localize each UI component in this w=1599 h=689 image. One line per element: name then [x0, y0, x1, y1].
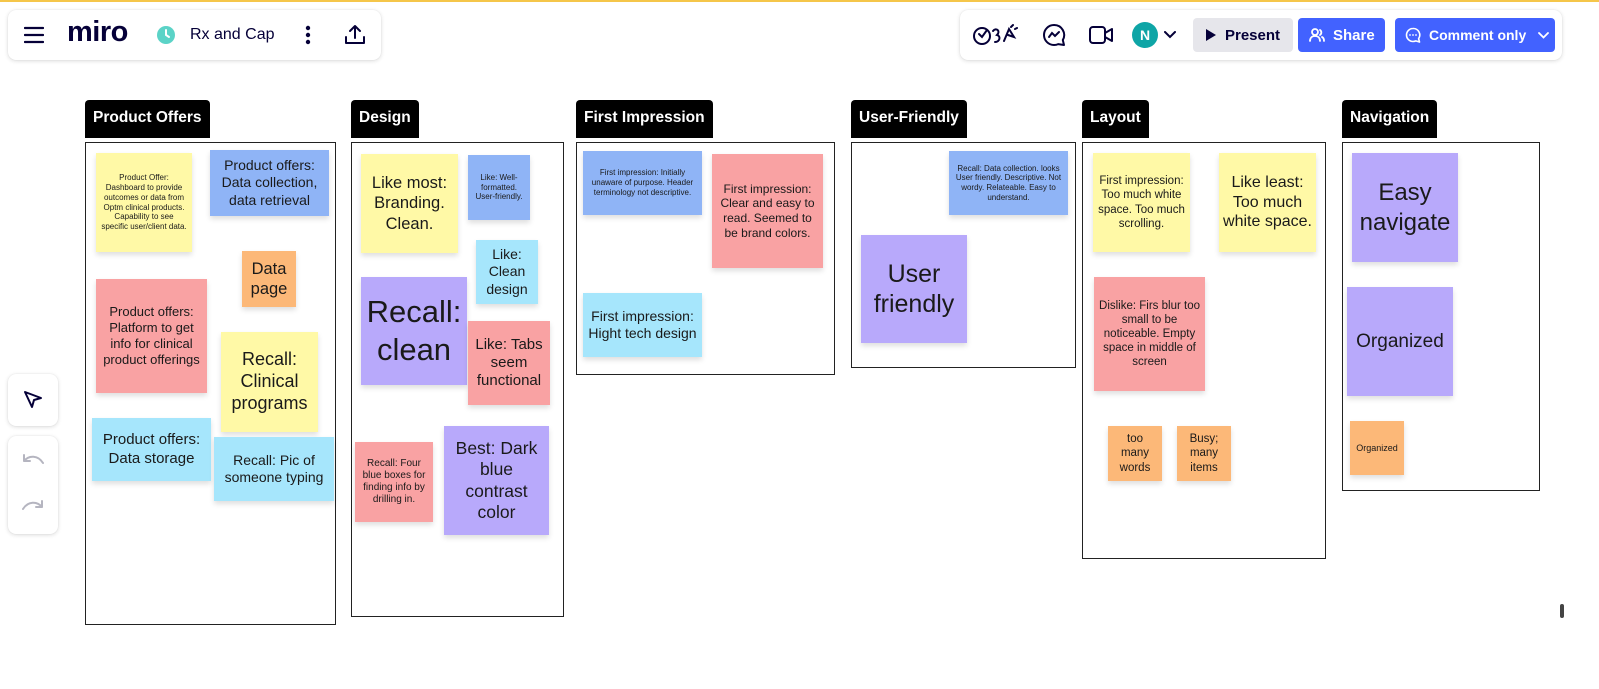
top-accent-line	[0, 0, 1599, 2]
sticky-note[interactable]: Recall: clean	[361, 277, 467, 385]
sticky-note[interactable]: Recall: Data collection. looks User frie…	[949, 151, 1068, 215]
avatar-initial: N	[1139, 27, 1151, 43]
sticky-note[interactable]: Like: Tabs seem functional	[468, 321, 550, 405]
sticky-note[interactable]: Recall: Pic of someone typing	[214, 437, 334, 501]
chevron-down-icon[interactable]	[1163, 26, 1177, 44]
sticky-note[interactable]: Recall: Four blue boxes for finding info…	[355, 442, 433, 522]
sticky-note[interactable]: User friendly	[861, 235, 967, 343]
comment-only-button[interactable]: Comment only	[1395, 18, 1555, 52]
frame-title-user-friendly[interactable]: User-Friendly	[851, 100, 967, 138]
video-icon[interactable]	[1087, 22, 1115, 48]
vertical-scrollbar-handle[interactable]	[1560, 604, 1564, 618]
sticky-note[interactable]: First impression: Clear and easy to read…	[712, 154, 823, 268]
history-toolbar	[8, 436, 58, 534]
sticky-note[interactable]: Easy navigate	[1352, 153, 1458, 262]
sticky-note[interactable]: Product Offer: Dashboard to provide outc…	[96, 153, 192, 252]
sticky-note[interactable]: Organized	[1347, 287, 1453, 396]
sticky-note[interactable]: Best: Dark blue contrast color	[444, 426, 549, 535]
sticky-note[interactable]: Product offers: Data collection, data re…	[210, 150, 329, 216]
sticky-note[interactable]: too many words	[1108, 426, 1162, 481]
sticky-note[interactable]: Dislike: Firs blur too small to be notic…	[1094, 277, 1205, 391]
sticky-note[interactable]: First impression: Hight tech design	[583, 293, 702, 357]
share-button[interactable]: Share	[1298, 18, 1385, 52]
chat-icon[interactable]	[1041, 22, 1067, 48]
users-icon	[1309, 28, 1325, 42]
comment-icon	[1405, 27, 1421, 43]
frame-title-layout[interactable]: Layout	[1082, 100, 1149, 138]
collaboration-panel: N Present Share Comment only	[960, 10, 1562, 60]
menu-icon[interactable]	[22, 23, 46, 47]
sticky-note[interactable]: Like: Well-formatted. User-friendly.	[468, 155, 530, 220]
frame-title-design[interactable]: Design	[351, 100, 419, 138]
reactions-icon[interactable]	[970, 22, 1020, 48]
miro-logo[interactable]: miro	[67, 16, 128, 49]
redo-icon[interactable]	[20, 494, 46, 520]
undo-icon[interactable]	[20, 448, 46, 474]
sticky-note[interactable]: First impression: Too much white space. …	[1093, 153, 1190, 252]
avatar[interactable]: N	[1132, 22, 1158, 48]
frame-title-product-offers[interactable]: Product Offers	[85, 100, 210, 138]
select-icon[interactable]	[20, 387, 46, 413]
sticky-note[interactable]: Product offers: Data storage	[92, 418, 211, 481]
sticky-note[interactable]: Busy; many items	[1177, 426, 1231, 481]
share-label: Share	[1333, 26, 1375, 44]
clock-icon	[155, 24, 177, 46]
sticky-note[interactable]: Organized	[1350, 421, 1404, 475]
sticky-note[interactable]: Like: Clean design	[476, 240, 538, 304]
chevron-down-icon	[1538, 31, 1550, 39]
sticky-note[interactable]: Recall: Clinical programs	[221, 332, 318, 432]
sticky-note[interactable]: Product offers: Platform to get info for…	[96, 279, 207, 393]
sticky-note[interactable]: First impression: Initially unaware of p…	[583, 151, 702, 215]
board-title[interactable]: Rx and Cap	[190, 26, 275, 44]
more-vertical-icon[interactable]	[297, 23, 319, 47]
sticky-note[interactable]: Data page	[242, 251, 296, 307]
sticky-note[interactable]: Like most: Branding. Clean.	[361, 154, 458, 253]
frame-title-navigation[interactable]: Navigation	[1342, 100, 1438, 138]
present-label: Present	[1225, 26, 1281, 44]
upload-icon[interactable]	[342, 22, 368, 48]
tool-palette	[8, 374, 58, 426]
frame-title-first-impression[interactable]: First Impression	[576, 100, 713, 138]
board-header-panel: miro Rx and Cap	[8, 10, 381, 60]
present-button[interactable]: Present	[1193, 18, 1293, 52]
play-icon	[1205, 28, 1217, 42]
sticky-note[interactable]: Like least: Too much white space.	[1219, 153, 1316, 252]
comment-only-label: Comment only	[1429, 27, 1527, 43]
